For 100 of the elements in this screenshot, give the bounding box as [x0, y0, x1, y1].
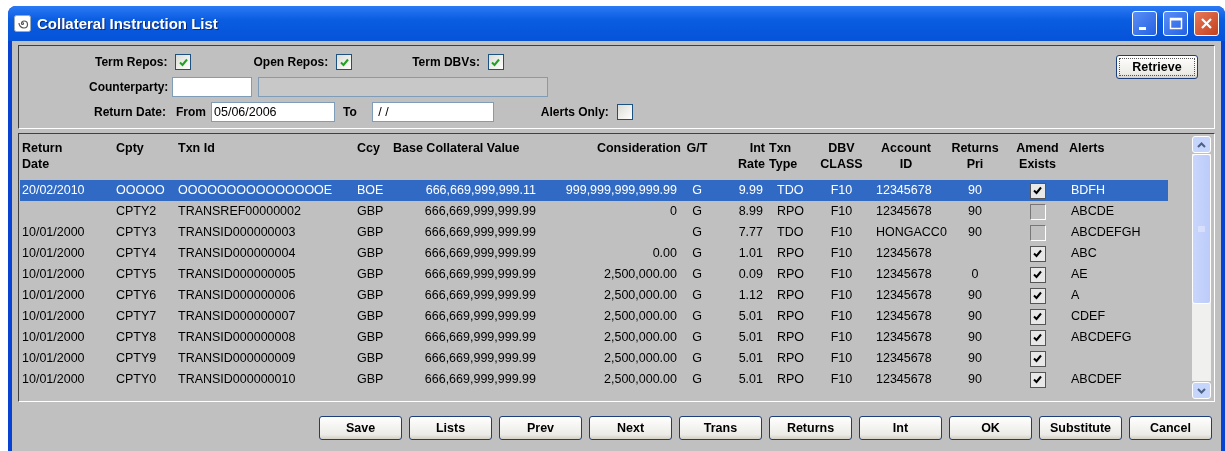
table-cell: 666,669,999,999.99 — [424, 372, 536, 386]
from-date-field[interactable]: 05/06/2006 — [211, 102, 335, 122]
column-header[interactable]: Ccy — [357, 140, 391, 156]
column-header[interactable]: Int Rate — [713, 140, 765, 172]
table-cell: G — [692, 225, 702, 239]
action-button[interactable]: Cancel — [1129, 416, 1212, 440]
counterparty-field[interactable] — [172, 77, 253, 97]
table-cell: 90 — [968, 204, 982, 218]
checkbox[interactable] — [1029, 287, 1046, 304]
check-icon — [1032, 269, 1043, 280]
checkbox[interactable] — [1029, 371, 1046, 388]
table-cell: TRANSID000000003 — [178, 225, 296, 239]
table-cell: 0.00 — [652, 246, 677, 260]
table-cell: 2,500,000.00 — [604, 267, 677, 281]
checkbox[interactable] — [1029, 308, 1046, 325]
column-header[interactable]: Cpty — [116, 140, 174, 156]
action-button[interactable]: Returns — [769, 416, 852, 440]
table-row[interactable]: 10/01/2000 CPTY3 TRANSID000000003 GBP 666,669,999,999.99 G 7.77 TDO F10 HONGACC0 90 ABCDEFGH — [20, 222, 1168, 243]
table-cell: F10 — [830, 267, 853, 281]
checkbox-label: Term DBVs: — [412, 55, 480, 69]
action-button[interactable]: Prev — [499, 416, 582, 440]
table-row[interactable]: CPTY2 TRANSREF00000002 GBP 666,669,999,999.99 0 G 8.99 RPO F10 12345678 90 ABCDE — [20, 201, 1168, 222]
table-cell: 0.09 — [738, 267, 763, 281]
action-button[interactable]: Next — [589, 416, 672, 440]
table-cell: GBP — [357, 246, 384, 260]
table-cell: TRANSID000000010 — [178, 372, 296, 386]
checkbox[interactable] — [1029, 182, 1046, 199]
close-button[interactable] — [1194, 11, 1219, 36]
table-cell: F10 — [830, 225, 853, 239]
column-header[interactable]: Returns Pri — [944, 140, 1006, 172]
table-cell: 2,500,000.00 — [604, 351, 677, 365]
field-label: To — [343, 105, 357, 119]
table-cell: RPO — [777, 288, 805, 302]
table-row[interactable]: 10/01/2000 CPTY5 TRANSID000000005 GBP 666,669,999,999.99 2,500,000.00 G 0.09 RPO F10 12345678 0 AE — [20, 264, 1168, 285]
column-header[interactable]: Amend Exists — [1010, 140, 1065, 172]
check-icon — [1032, 353, 1043, 364]
table-cell: 1.01 — [738, 246, 763, 260]
field-label: From — [176, 105, 206, 119]
action-button[interactable]: Int — [859, 416, 942, 440]
action-button[interactable]: Lists — [409, 416, 492, 440]
column-header[interactable]: Return Date — [22, 140, 112, 172]
table-cell: ABCDEF — [1071, 372, 1122, 386]
table-row[interactable]: 10/01/2000 CPTY9 TRANSID000000009 GBP 666,669,999,999.99 2,500,000.00 G 5.01 RPO F10 12345678 90 — [20, 348, 1168, 369]
action-button[interactable]: Save — [319, 416, 402, 440]
table-cell: TRANSREF00000002 — [178, 204, 301, 218]
checkbox[interactable] — [1029, 329, 1046, 346]
table-cell: ABCDEFG — [1071, 330, 1132, 344]
checkbox[interactable] — [1029, 224, 1046, 241]
table-cell: 666,669,999,999.99 — [424, 225, 536, 239]
column-header[interactable]: G/T — [685, 140, 709, 156]
to-date-field[interactable]: / / — [371, 102, 494, 122]
table-cell: HONGACC0 — [876, 225, 947, 239]
column-header[interactable]: Base Collateral Value — [393, 140, 539, 156]
table-cell: RPO — [777, 309, 805, 323]
table-cell: 10/01/2000 — [22, 225, 85, 239]
table-cell: 2,500,000.00 — [604, 330, 677, 344]
column-header[interactable]: Alerts — [1069, 140, 1166, 156]
column-header[interactable]: Txn Type — [769, 140, 811, 172]
table-row[interactable]: 10/01/2000 CPTY0 TRANSID000000010 GBP 666,669,999,999.99 2,500,000.00 G 5.01 RPO F10 12345678 90 ABCDEF — [20, 369, 1168, 390]
action-button[interactable]: Trans — [679, 416, 762, 440]
scroll-down-icon[interactable] — [1192, 382, 1211, 399]
scroll-up-icon[interactable] — [1192, 136, 1211, 153]
checkbox[interactable] — [1029, 203, 1046, 220]
action-button[interactable]: Substitute — [1039, 416, 1122, 440]
maximize-button[interactable] — [1163, 11, 1188, 36]
retrieve-button[interactable]: Retrieve — [1116, 55, 1198, 79]
table-cell: 90 — [968, 372, 982, 386]
checkbox[interactable] — [175, 54, 192, 70]
table-row[interactable]: 10/01/2000 CPTY8 TRANSID000000008 GBP 666,669,999,999.99 2,500,000.00 G 5.01 RPO F10 12345678 90 ABCDEFG — [20, 327, 1168, 348]
checkbox[interactable] — [1029, 350, 1046, 367]
table-cell: 10/01/2000 — [22, 288, 85, 302]
check-icon — [490, 56, 502, 68]
column-header[interactable]: Consideration — [543, 140, 681, 156]
action-button[interactable]: OK — [949, 416, 1032, 440]
table-row[interactable]: 10/01/2000 CPTY6 TRANSID000000006 GBP 666,669,999,999.99 2,500,000.00 G 1.12 RPO F10 12345678 90 A — [20, 285, 1168, 306]
checkbox[interactable] — [336, 54, 353, 70]
column-header[interactable]: Account ID — [872, 140, 940, 172]
checkbox[interactable] — [487, 54, 504, 70]
table-row[interactable]: 10/01/2000 CPTY7 TRANSID000000007 GBP 666,669,999,999.99 2,500,000.00 G 5.01 RPO F10 12345678 90 CDEF — [20, 306, 1168, 327]
checkbox[interactable] — [1029, 266, 1046, 283]
checkbox[interactable] — [1029, 245, 1046, 262]
column-header[interactable]: DBV CLASS — [815, 140, 868, 172]
column-header[interactable]: Txn Id — [178, 140, 353, 156]
table-row[interactable]: 10/01/2000 CPTY4 TRANSID000000004 GBP 666,669,999,999.99 0.00 G 1.01 RPO F10 12345678 ABC — [20, 243, 1168, 264]
check-icon — [1032, 332, 1043, 343]
table-cell: TRANSID000000006 — [178, 288, 296, 302]
table-cell: ABC — [1071, 246, 1097, 260]
table-cell: A — [1071, 288, 1080, 302]
table-cell: 5.01 — [738, 309, 763, 323]
checkbox[interactable] — [616, 104, 633, 120]
table-cell: 12345678 — [876, 351, 932, 365]
table-cell: RPO — [777, 372, 805, 386]
minimize-button[interactable] — [1132, 11, 1157, 36]
scrollbar[interactable] — [1192, 136, 1211, 399]
table-cell: RPO — [777, 246, 805, 260]
checkbox-label: Term Repos: — [95, 55, 168, 69]
table-cell: OOOOO — [116, 183, 165, 197]
table-cell: 90 — [968, 183, 982, 197]
table-cell: 12345678 — [876, 288, 932, 302]
grip-icon — [1198, 226, 1205, 232]
